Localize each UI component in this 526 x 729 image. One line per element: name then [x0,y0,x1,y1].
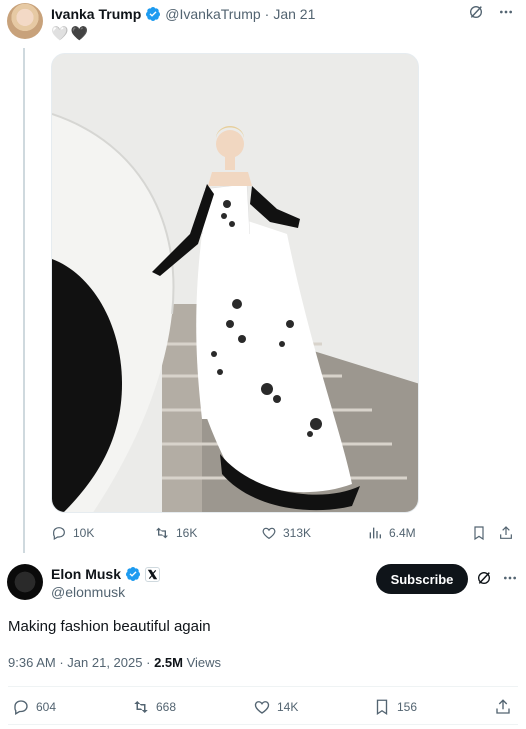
white-heart-emoji: 🤍 [51,25,69,41]
reply-stat[interactable]: 604 [12,698,56,716]
main-tweet-actions [476,570,518,586]
divider [8,724,518,725]
share-button[interactable] [494,698,512,716]
thread-connector-line [23,48,25,553]
reply-count: 604 [36,700,57,714]
separator-dot: · [59,655,64,670]
retweet-count: 16K [176,526,198,540]
author-handle[interactable]: @IvankaTrump [165,6,260,22]
tweet-text: 🤍 🖤 [51,25,88,42]
views-count: 2.5M [154,655,183,670]
quoted-tweet-stats: 10K 16K 313K 6.4M [51,525,517,545]
tweet-text: Making fashion beautiful again [8,618,211,635]
like-icon [254,701,270,714]
more-options-icon[interactable] [502,570,518,586]
separator-dot: · [146,655,151,670]
retweet-stat[interactable]: 16K [154,525,197,541]
tweet-photo[interactable] [51,53,419,513]
avatar[interactable] [7,564,43,600]
verified-badge-icon [126,567,141,581]
bookmark-icon [376,699,388,716]
separator-dot: · [264,6,270,22]
share-button[interactable] [498,525,514,541]
like-count: 313K [283,526,312,540]
more-options-icon[interactable] [498,4,514,20]
tweet-header-actions [468,4,514,20]
tweet-date[interactable]: Jan 21, 2025 [67,655,142,670]
bookmark-icon [474,526,484,541]
views-chart-icon [369,527,381,539]
author-name[interactable]: Ivanka Trump [51,6,141,22]
like-count: 14K [277,700,299,714]
grok-icon[interactable] [468,4,484,20]
x-affiliate-badge-icon[interactable] [145,566,161,582]
tweet-header: Ivanka Trump @IvankaTrump · Jan 21 [51,5,315,23]
like-icon [262,527,276,540]
author-name[interactable]: Elon Musk [51,566,121,582]
retweet-icon [156,527,168,539]
bookmark-stat[interactable]: 156 [373,698,417,716]
bookmark-count: 156 [397,700,418,714]
tweet-time[interactable]: 9:36 AM [8,655,56,670]
avatar[interactable] [7,3,43,39]
reply-count: 10K [73,526,95,540]
author-handle[interactable]: @elonmusk [51,584,125,600]
tweet-date[interactable]: Jan 21 [273,6,315,22]
share-icon [500,526,512,539]
views-label: Views [186,655,222,670]
reply-icon [14,700,28,715]
grok-icon[interactable] [476,570,492,586]
views-stat[interactable]: 6.4M [367,525,416,541]
black-heart-emoji: 🖤 [70,25,88,41]
views-count: 6.4M [389,526,416,540]
retweet-icon [134,701,148,713]
reply-stat[interactable]: 10K [51,525,94,541]
bookmark-button[interactable] [471,525,487,541]
retweet-count: 668 [156,700,177,714]
main-tweet-stats: 604 668 14K 156 [0,698,526,718]
like-stat[interactable]: 14K [253,698,298,716]
reply-icon [53,527,65,541]
main-tweet-header: Elon Musk [51,566,161,582]
verified-badge-icon [146,7,161,21]
fashion-photo-illustration [52,54,418,512]
like-stat[interactable]: 313K [261,525,311,541]
subscribe-button[interactable]: Subscribe [376,564,468,594]
tweet-meta: 9:36 AM · Jan 21, 2025 · 2.5M Views [8,655,221,670]
retweet-stat[interactable]: 668 [132,698,176,716]
share-icon [496,699,510,714]
divider [8,686,518,687]
